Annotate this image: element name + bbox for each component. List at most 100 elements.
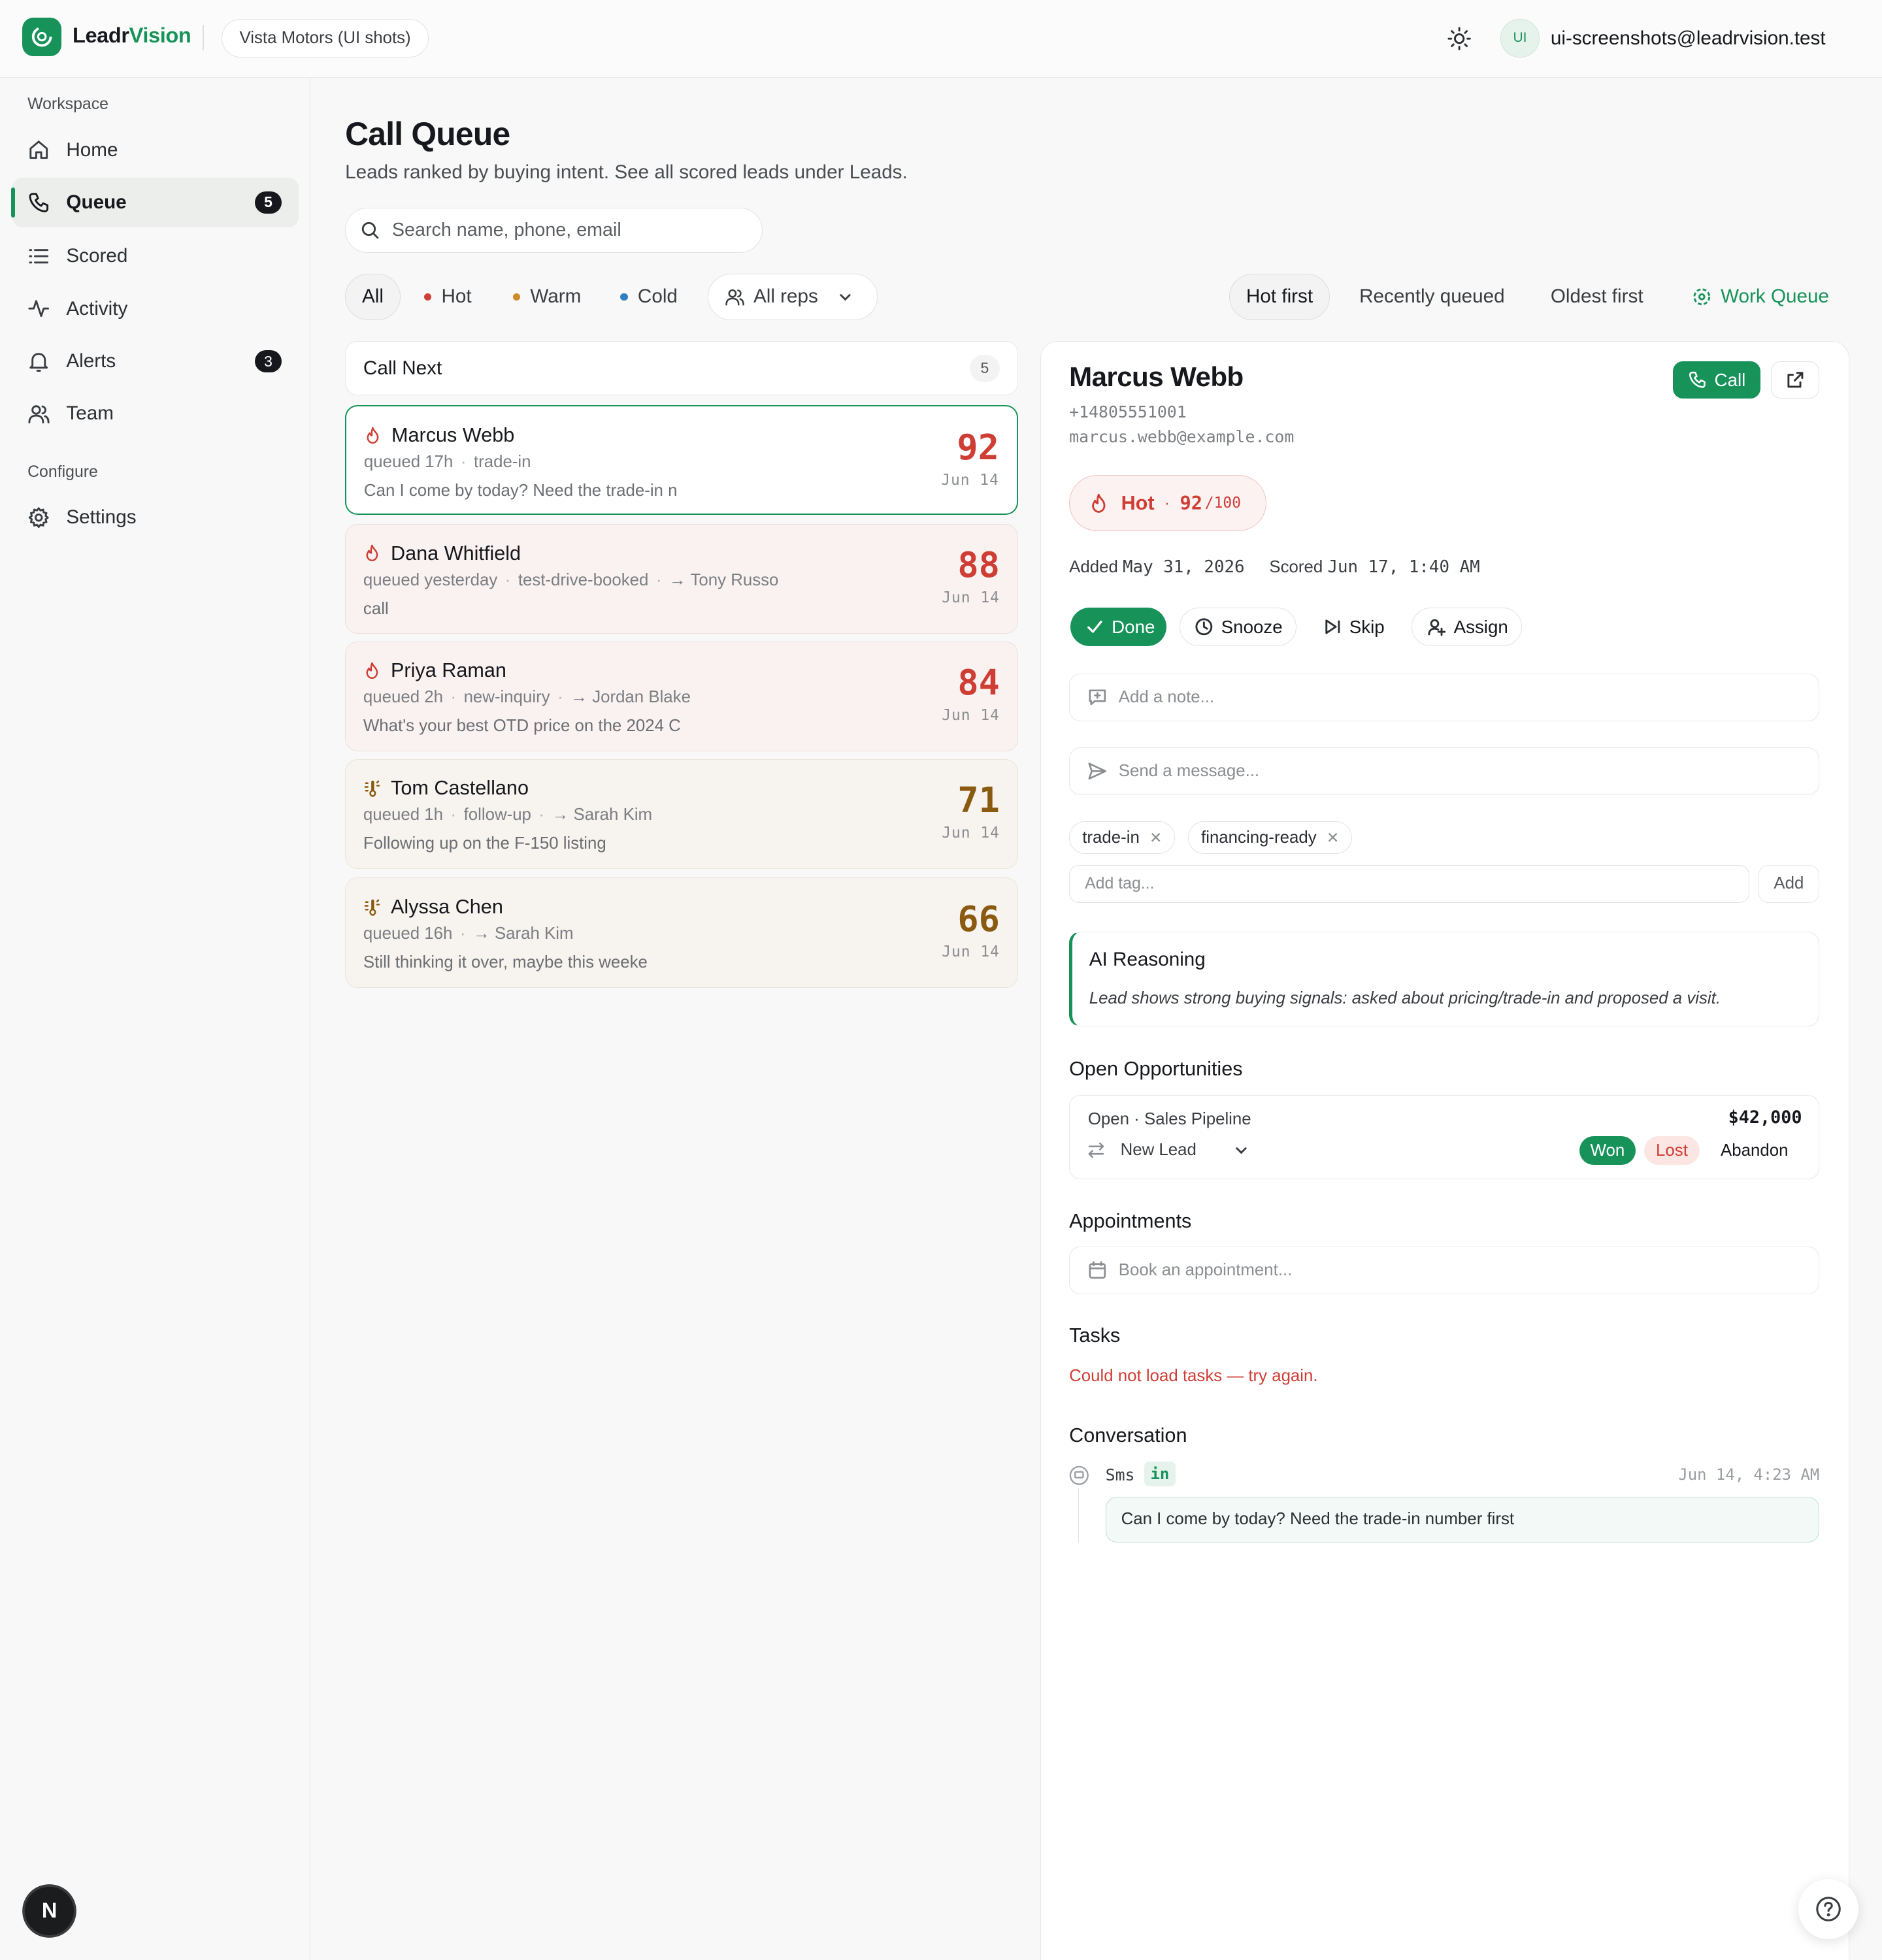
tag-chip[interactable]: trade-in ✕ [1069, 821, 1176, 854]
lead-date: Jun 14 [942, 943, 1000, 960]
close-icon[interactable]: ✕ [1327, 829, 1339, 847]
sun-icon[interactable] [1447, 26, 1472, 51]
help-icon [1815, 1895, 1842, 1923]
lead-score: 92 [957, 426, 999, 468]
sidebar-item-label: Team [66, 402, 114, 425]
lost-button[interactable]: Lost [1644, 1136, 1700, 1166]
filter-all[interactable]: All [345, 274, 401, 320]
sort-recently-queued[interactable]: Recently queued [1343, 274, 1521, 320]
lead-score: 88 [957, 544, 1000, 586]
help-button[interactable] [1798, 1879, 1858, 1939]
lead-preview: Can I come by today? Need the trade-in n [363, 481, 678, 500]
lead-meta: queued 2h · new-inquiry · → Jordan Blake [363, 688, 691, 707]
message-direction-badge: in [1144, 1461, 1176, 1487]
tasks-heading: Tasks [1069, 1324, 1121, 1347]
gear-icon [27, 506, 50, 529]
assign-button[interactable]: Assign [1412, 608, 1522, 647]
reps-dropdown[interactable]: All reps [708, 274, 878, 320]
close-icon[interactable]: ✕ [1149, 829, 1162, 847]
snooze-button[interactable]: Snooze [1179, 608, 1297, 647]
user-email[interactable]: ui-screenshots@leadrvision.test [1551, 27, 1826, 50]
activity-icon [27, 297, 50, 319]
lead-date: Jun 14 [942, 589, 1000, 607]
message-input[interactable]: Send a message... [1069, 747, 1820, 796]
sidebar-item-team[interactable]: Team [12, 389, 299, 439]
abandon-button[interactable]: Abandon [1712, 1136, 1797, 1165]
tag-input[interactable]: Add tag... [1069, 865, 1750, 903]
lead-card[interactable]: Priya Raman queued 2h · new-inquiry · → Jord… [345, 641, 1018, 752]
won-button[interactable]: Won [1579, 1136, 1636, 1166]
search-input[interactable] [391, 219, 742, 241]
lead-meta: queued yesterday · test-drive-booked · → Ton… [363, 570, 779, 589]
sidebar-section-workspace: Workspace [27, 95, 108, 114]
filter-hot[interactable]: Hot [408, 274, 488, 320]
ai-reasoning-card [1069, 931, 1820, 1027]
sort-oldest-first[interactable]: Oldest first [1534, 274, 1659, 320]
appointments-heading: Appointments [1069, 1210, 1192, 1233]
hot-dot-icon [423, 293, 432, 301]
lead-card[interactable]: Tom Castellano queued 1h · follow-up · → Sar… [345, 759, 1018, 869]
lead-score: 66 [957, 898, 1000, 939]
lead-preview: What's your best OTD price on the 2024 C [363, 717, 681, 736]
timeline-line [1078, 1488, 1080, 1543]
cold-dot-icon [620, 293, 628, 301]
lead-name: Tom Castellano [391, 777, 529, 800]
lead-card[interactable]: Dana Whitfield queued yesterday · test-dri… [345, 523, 1018, 634]
stage-select[interactable]: New Lead [1088, 1139, 1249, 1161]
sidebar-item-label: Queue [66, 191, 127, 213]
list-icon [27, 245, 50, 267]
chevron-down-icon [1234, 1143, 1249, 1158]
ai-reasoning-text: Lead shows strong buying signals: asked … [1089, 988, 1721, 1007]
work-queue-button[interactable]: Work Queue [1676, 274, 1845, 320]
search-box[interactable] [345, 207, 763, 253]
detail-phone[interactable]: +14805551001 [1069, 402, 1187, 421]
lead-score: 84 [957, 662, 1000, 704]
call-next-header: Call Next 5 [345, 341, 1018, 395]
dev-tools-button[interactable]: N [25, 1886, 74, 1936]
add-tag-button[interactable]: Add [1758, 865, 1820, 903]
detail-email[interactable]: marcus.webb@example.com [1069, 427, 1294, 446]
done-button[interactable]: Done [1070, 608, 1167, 647]
page-subtitle: Leads ranked by buying intent. See all s… [345, 161, 908, 183]
flame-icon [363, 544, 381, 562]
lead-card[interactable]: Marcus Webb queued 17h · trade-in Can I co… [345, 405, 1018, 515]
opportunity-card [1069, 1095, 1820, 1179]
book-appointment-input[interactable]: Book an appointment... [1069, 1246, 1820, 1294]
thermometer-icon [363, 898, 381, 916]
workspace-switcher[interactable]: Vista Motors (UI shots) [221, 18, 429, 58]
sidebar-item-label: Settings [66, 506, 137, 529]
bell-icon [27, 350, 50, 372]
message-channel: Sms [1105, 1465, 1135, 1484]
call-button[interactable]: Call [1673, 361, 1761, 399]
sidebar-section-configure: Configure [27, 463, 98, 482]
sidebar-item-queue[interactable]: Queue 5 [11, 177, 299, 228]
sidebar-item-home[interactable]: Home [12, 125, 299, 175]
lead-card[interactable]: Alyssa Chen queued 16h · → Sarah Kim Still… [345, 877, 1018, 988]
logo-icon[interactable] [22, 17, 61, 57]
note-input[interactable]: Add a note... [1069, 674, 1820, 722]
filter-warm[interactable]: Warm [497, 274, 597, 320]
sidebar-item-scored[interactable]: Scored [12, 231, 299, 282]
sidebar-item-label: Home [66, 139, 118, 161]
alerts-count-badge: 3 [255, 350, 282, 373]
filter-cold[interactable]: Cold [604, 274, 694, 320]
clock-icon [1195, 617, 1213, 636]
sidebar-item-settings[interactable]: Settings [12, 493, 299, 543]
page-title: Call Queue [345, 116, 510, 153]
home-icon [27, 139, 50, 161]
open-external-button[interactable] [1770, 361, 1820, 399]
ai-reasoning-title: AI Reasoning [1089, 949, 1206, 971]
flame-icon [364, 427, 382, 444]
chevron-down-icon [838, 289, 853, 304]
sidebar-item-alerts[interactable]: Alerts 3 [12, 336, 299, 387]
tag-chip[interactable]: financing-ready ✕ [1187, 821, 1353, 854]
skip-button[interactable]: Skip [1308, 608, 1402, 646]
tasks-error[interactable]: Could not load tasks — try again. [1069, 1367, 1317, 1386]
check-icon [1085, 617, 1104, 636]
search-icon [361, 221, 380, 240]
sidebar-item-activity[interactable]: Activity [12, 284, 299, 334]
avatar[interactable]: UI [1500, 18, 1540, 58]
lead-score: 71 [957, 779, 1000, 821]
lead-date: Jun 14 [942, 825, 1000, 842]
sort-hot-first[interactable]: Hot first [1229, 274, 1330, 320]
